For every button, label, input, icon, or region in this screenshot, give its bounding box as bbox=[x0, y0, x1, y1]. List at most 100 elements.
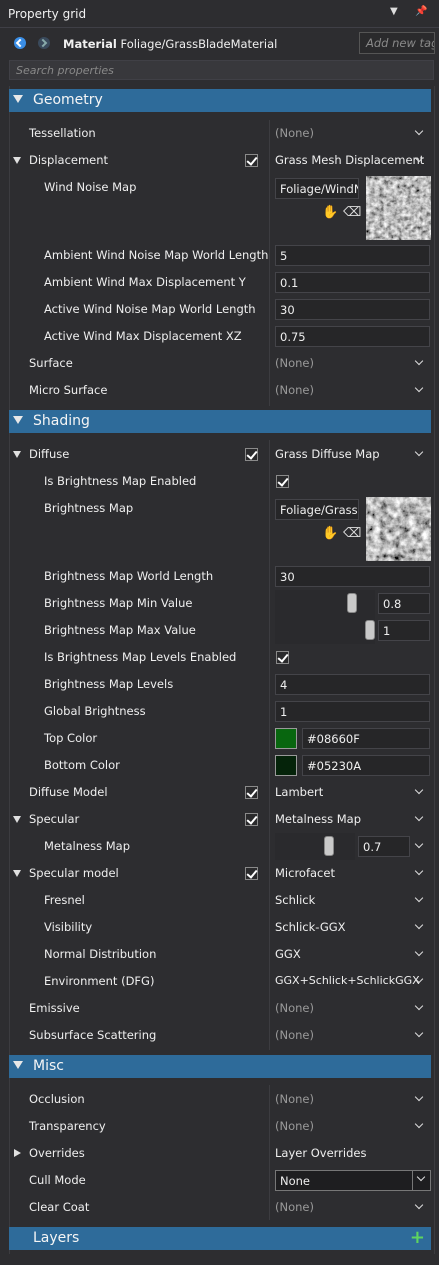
number-input[interactable]: 0.75 bbox=[275, 326, 430, 347]
property-value[interactable]: Grass Diffuse Map bbox=[275, 447, 380, 461]
chevron-down-icon[interactable] bbox=[414, 920, 424, 930]
eraser-icon[interactable]: ⌫ bbox=[343, 526, 361, 541]
property-value[interactable]: GGX bbox=[275, 947, 301, 961]
chevron-down-icon[interactable] bbox=[414, 785, 424, 795]
color-swatch[interactable] bbox=[275, 728, 297, 749]
color-hex-input[interactable]: #05230A bbox=[302, 755, 430, 776]
pick-hand-icon[interactable]: ✋ bbox=[322, 205, 338, 220]
property-value[interactable]: Metalness Map bbox=[275, 812, 361, 826]
chevron-down-icon[interactable] bbox=[414, 1119, 424, 1129]
chevron-down-icon[interactable] bbox=[414, 1028, 424, 1038]
property-value[interactable]: Grass Mesh Displacement bbox=[275, 153, 424, 167]
forward-arrow-icon[interactable] bbox=[38, 37, 50, 49]
property-label: Micro Surface bbox=[29, 383, 108, 397]
property-value[interactable]: Schlick-GGX bbox=[275, 920, 346, 934]
property-value[interactable]: (None) bbox=[275, 1092, 314, 1106]
search-input[interactable]: Search properties bbox=[9, 60, 434, 80]
chevron-down-icon[interactable] bbox=[414, 1001, 424, 1011]
property-label: Tessellation bbox=[29, 126, 96, 140]
property-specular: Specular Metalness Map bbox=[0, 806, 439, 833]
property-label: Top Color bbox=[44, 731, 98, 745]
metalness-slider-track[interactable] bbox=[275, 833, 355, 860]
enable-checkbox[interactable] bbox=[245, 786, 258, 799]
chevron-down-icon[interactable] bbox=[414, 812, 424, 822]
property-surface: Surface (None) bbox=[0, 350, 439, 377]
enable-checkbox[interactable] bbox=[245, 154, 258, 167]
number-input[interactable]: 30 bbox=[275, 299, 430, 320]
property-value: Layer Overrides bbox=[275, 1146, 367, 1160]
property-global-brightness: Global Brightness 1 bbox=[0, 698, 439, 725]
enable-checkbox[interactable] bbox=[245, 813, 258, 826]
chevron-down-icon[interactable] bbox=[414, 866, 424, 876]
section-shading[interactable]: Shading bbox=[9, 410, 431, 433]
section-misc[interactable]: Misc bbox=[9, 1055, 431, 1078]
noise-texture-thumbnail[interactable] bbox=[366, 497, 431, 561]
property-value[interactable]: Microfacet bbox=[275, 866, 335, 880]
property-value[interactable]: (None) bbox=[275, 126, 314, 140]
back-arrow-icon[interactable] bbox=[14, 37, 26, 49]
slider-thumb[interactable] bbox=[347, 593, 357, 613]
number-input[interactable]: 1 bbox=[275, 701, 430, 722]
color-swatch[interactable] bbox=[275, 755, 297, 776]
property-value[interactable]: (None) bbox=[275, 1119, 314, 1133]
property-value[interactable]: Schlick bbox=[275, 893, 315, 907]
property-value[interactable]: (None) bbox=[275, 356, 314, 370]
add-layer-plus-icon[interactable]: + bbox=[410, 1229, 425, 1247]
chevron-down-icon[interactable] bbox=[414, 383, 424, 393]
chevron-down-icon[interactable] bbox=[414, 1200, 424, 1210]
cull-mode-select[interactable]: None bbox=[275, 1170, 431, 1191]
expand-arrow-icon[interactable] bbox=[13, 157, 21, 164]
chevron-down-icon[interactable] bbox=[414, 839, 424, 849]
eraser-icon[interactable]: ⌫ bbox=[343, 205, 361, 220]
number-input[interactable]: 5 bbox=[275, 245, 430, 266]
chevron-down-icon[interactable] bbox=[414, 126, 424, 136]
value-checkbox[interactable] bbox=[276, 475, 289, 488]
number-input[interactable]: 0.8 bbox=[378, 593, 430, 614]
asset-type-label: Material bbox=[63, 37, 117, 51]
expand-arrow-icon[interactable] bbox=[13, 816, 21, 823]
chevron-down-icon[interactable] bbox=[414, 356, 424, 366]
value-checkbox[interactable] bbox=[276, 651, 289, 664]
number-input[interactable]: 1 bbox=[378, 620, 430, 641]
property-value[interactable]: (None) bbox=[275, 1028, 314, 1042]
property-label: Metalness Map bbox=[44, 839, 131, 853]
number-input[interactable]: 0.1 bbox=[275, 272, 430, 293]
section-layers[interactable]: Layers + bbox=[9, 1227, 431, 1250]
property-value[interactable]: (None) bbox=[275, 1200, 314, 1214]
asset-name-field[interactable]: Foliage/GrassBrightness bbox=[275, 499, 359, 520]
property-label: Displacement bbox=[29, 153, 109, 167]
noise-texture-thumbnail[interactable] bbox=[366, 176, 431, 240]
dropdown-icon[interactable]: ▼ bbox=[390, 6, 398, 17]
chevron-down-icon[interactable] bbox=[416, 1172, 426, 1182]
chevron-down-icon[interactable] bbox=[414, 947, 424, 957]
property-label: Diffuse bbox=[29, 447, 70, 461]
number-input[interactable]: 4 bbox=[275, 674, 430, 695]
add-tag-input[interactable]: Add new tag bbox=[359, 32, 435, 54]
color-hex-input[interactable]: #08660F bbox=[302, 728, 430, 749]
number-input[interactable]: 30 bbox=[275, 566, 430, 587]
property-value[interactable]: (None) bbox=[275, 1001, 314, 1015]
brightness-max-slider-track[interactable] bbox=[275, 617, 375, 644]
chevron-down-icon[interactable] bbox=[414, 447, 424, 457]
property-label: Subsurface Scattering bbox=[29, 1028, 157, 1042]
slider-thumb[interactable] bbox=[365, 620, 375, 640]
expand-arrow-icon[interactable] bbox=[14, 1149, 21, 1157]
slider-thumb[interactable] bbox=[324, 836, 334, 856]
property-value[interactable]: (None) bbox=[275, 383, 314, 397]
property-value[interactable]: Lambert bbox=[275, 785, 323, 799]
expand-arrow-icon[interactable] bbox=[13, 870, 21, 877]
property-active-world-length: Active Wind Noise Map World Length 30 bbox=[0, 296, 439, 323]
enable-checkbox[interactable] bbox=[245, 867, 258, 880]
section-geometry[interactable]: Geometry bbox=[9, 89, 431, 112]
brightness-min-slider-track[interactable] bbox=[275, 590, 375, 617]
property-label: Cull Mode bbox=[29, 1173, 86, 1187]
property-value[interactable]: GGX+Schlick+SchlickGGX bbox=[275, 974, 420, 987]
pin-icon[interactable]: 📌 bbox=[415, 6, 427, 17]
expand-arrow-icon[interactable] bbox=[13, 451, 21, 458]
asset-name-field[interactable]: Foliage/WindNoise bbox=[275, 178, 359, 199]
chevron-down-icon[interactable] bbox=[414, 893, 424, 903]
enable-checkbox[interactable] bbox=[245, 448, 258, 461]
number-input[interactable]: 0.7 bbox=[358, 836, 410, 857]
chevron-down-icon[interactable] bbox=[414, 1092, 424, 1102]
pick-hand-icon[interactable]: ✋ bbox=[322, 526, 338, 541]
